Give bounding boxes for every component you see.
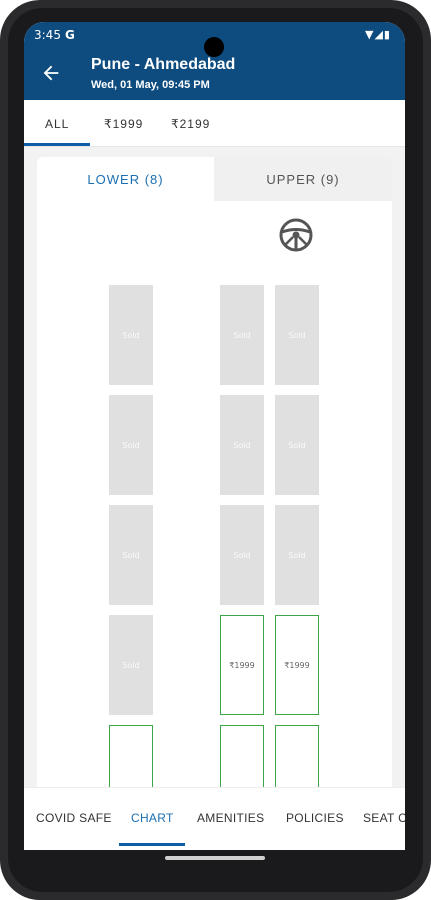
seat-available[interactable]: ₹1999: [220, 615, 264, 715]
tab-seat[interactable]: SEAT C: [363, 811, 405, 825]
bottom-info-tabs: COVID SAFE CHART AMENITIES POLICIES SEAT…: [24, 787, 405, 846]
seat-sold: Sold: [109, 395, 153, 495]
app-header: 3:45 G ▼◢▮ Pune - Ahmedabad Wed, 01 May, …: [24, 22, 405, 100]
camera-cutout: [204, 37, 224, 57]
journey-date: Wed, 01 May, 09:45 PM: [91, 79, 210, 91]
status-bar: 3:45 G: [34, 28, 75, 42]
tab-amenities[interactable]: AMENITIES: [197, 811, 264, 825]
seat-sold: Sold: [109, 505, 153, 605]
active-tab-indicator: [24, 143, 90, 146]
tab-chart[interactable]: CHART: [131, 811, 174, 825]
seat-sold: Sold: [275, 285, 319, 385]
seat-available[interactable]: ₹1999: [275, 615, 319, 715]
seat-sold: Sold: [109, 615, 153, 715]
tab-all[interactable]: ALL: [45, 117, 69, 131]
seat-sold: Sold: [220, 395, 264, 495]
price-filter-tabs: ALL ₹1999 ₹2199: [24, 100, 405, 147]
seat-sold: Sold: [275, 395, 319, 495]
back-arrow-icon[interactable]: [40, 62, 62, 84]
deck-card: LOWER (8) UPPER (9) Sold Sold Sold Sold …: [37, 157, 392, 797]
tab-policies[interactable]: POLICIES: [286, 811, 344, 825]
google-g-icon: G: [64, 28, 75, 42]
seat-sold: Sold: [275, 505, 319, 605]
tab-covid-safe[interactable]: COVID SAFE: [36, 811, 112, 825]
tab-lower-deck[interactable]: LOWER (8): [37, 157, 214, 201]
seat-sold: Sold: [109, 285, 153, 385]
active-bottom-tab-indicator: [119, 843, 185, 846]
tab-price-2199[interactable]: ₹2199: [171, 117, 210, 131]
status-icons: ▼◢▮: [365, 28, 391, 41]
tab-upper-deck[interactable]: UPPER (9): [214, 157, 392, 201]
steering-wheel-icon: [279, 218, 313, 252]
status-time: 3:45: [34, 28, 61, 42]
seat-layout-area: LOWER (8) UPPER (9) Sold Sold Sold Sold …: [24, 147, 405, 797]
seat-sold: Sold: [220, 285, 264, 385]
seat-sold: Sold: [220, 505, 264, 605]
tab-price-1999[interactable]: ₹1999: [104, 117, 143, 131]
route-title: Pune - Ahmedabad: [91, 56, 236, 73]
app-screen: 3:45 G ▼◢▮ Pune - Ahmedabad Wed, 01 May, …: [24, 22, 405, 850]
home-indicator[interactable]: [165, 856, 265, 860]
